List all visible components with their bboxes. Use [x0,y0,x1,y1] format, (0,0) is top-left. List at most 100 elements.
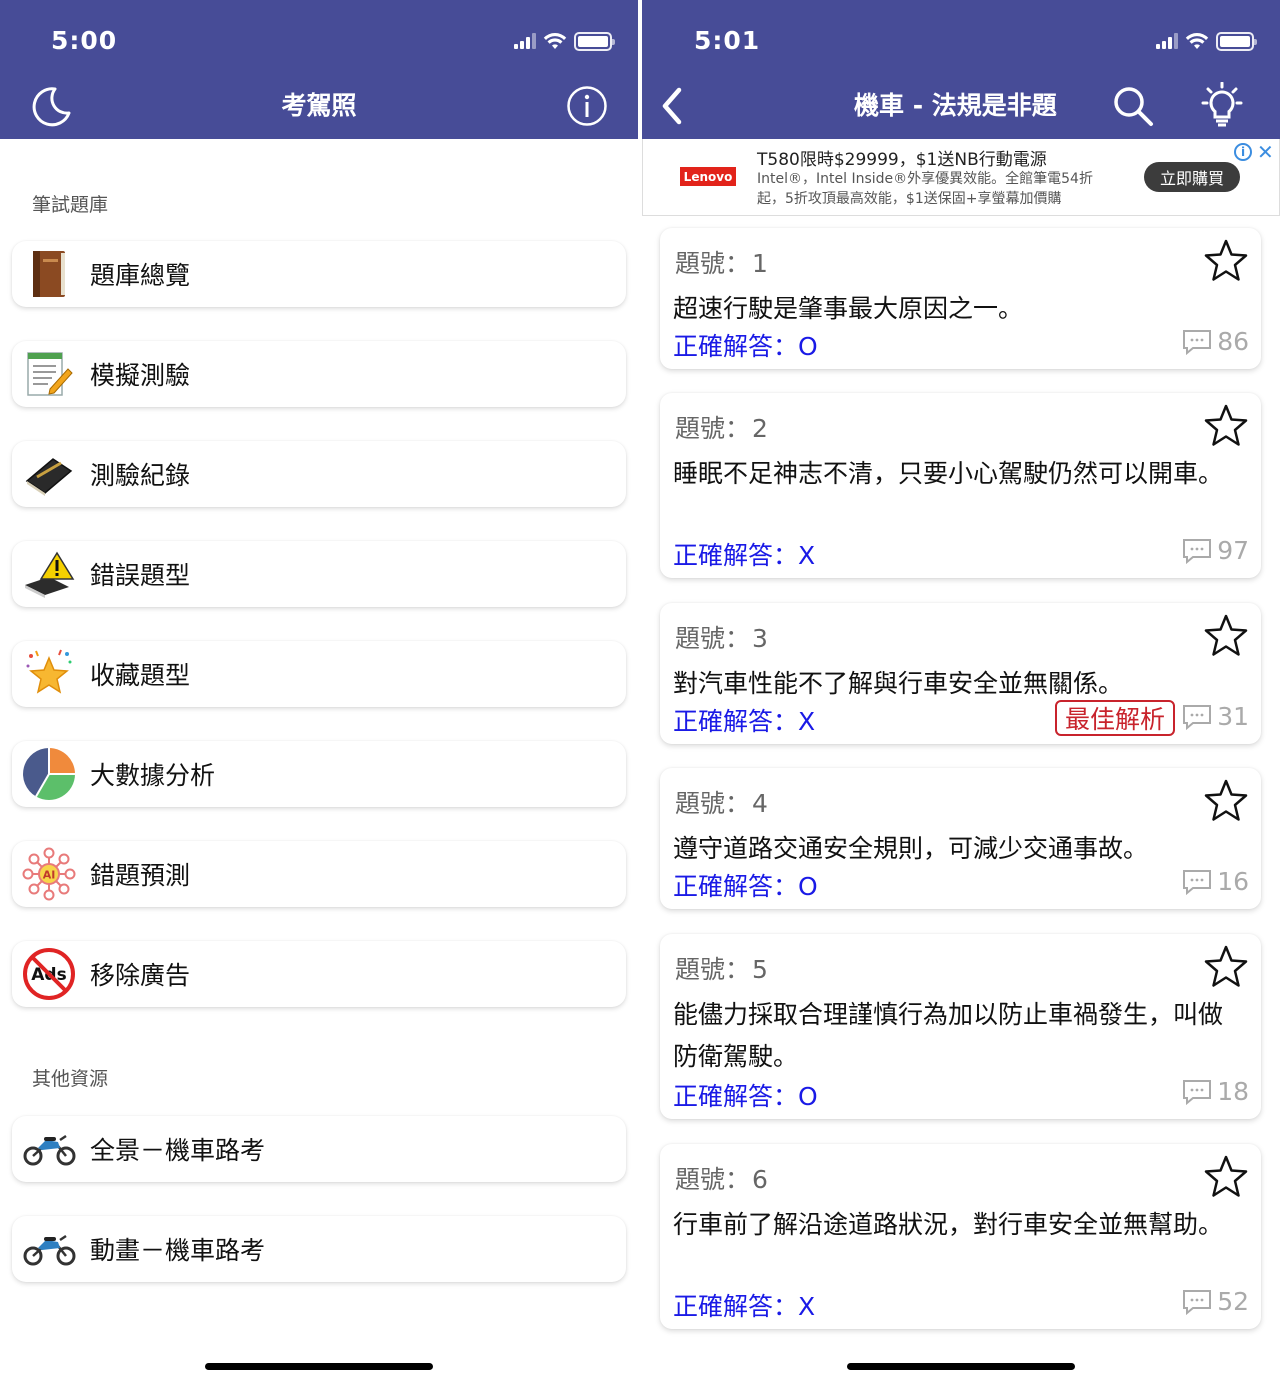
ad-banner[interactable]: Lenovo T580限時$29999，$1送NB行動電源 Intel®，Int… [642,139,1280,216]
battery-icon [1216,31,1257,51]
question-card[interactable]: 題號：2 睡眠不足神志不清，只要小心駕駛仍然可以開車。 正確解答：X 97 [660,393,1261,578]
pie-chart-icon [22,747,76,801]
question-card[interactable]: 題號：1 超速行駛是肇事最大原因之一。 正確解答：O 86 [660,228,1261,369]
menu-label: 移除廣告 [90,961,191,990]
star-sparkle-icon [22,647,76,701]
correct-answer: 正確解答：X [673,1292,816,1321]
star-icon[interactable] [1203,778,1249,824]
status-icons [1156,30,1257,52]
page-title: 考駕照 [281,91,357,120]
svg-text:AI: AI [43,869,56,882]
comment-count[interactable]: 52 [1181,1287,1249,1316]
motorcycle-icon [22,1222,76,1276]
menu-label: 模擬測驗 [90,361,191,390]
menu-label: 錯題預測 [90,861,191,890]
menu-label: 全景－機車路考 [90,1136,266,1165]
ad-buy-button[interactable]: 立即購買 [1144,162,1240,192]
correct-answer: 正確解答：X [673,541,816,570]
best-explanation-badge[interactable]: 最佳解析 [1055,700,1175,736]
question-number: 題號：3 [675,624,768,653]
menu-item-animation-road-test[interactable]: 動畫－機車路考 [12,1216,626,1282]
lightbulb-icon[interactable] [1198,82,1246,130]
home-indicator [847,1363,1075,1370]
menu-item-favorites[interactable]: 收藏題型 [12,641,626,707]
comment-count[interactable]: 18 [1181,1077,1249,1106]
nav-header: 5:01 機車 - 法規是非題 [642,0,1280,139]
correct-answer: 正確解答：O [673,872,818,901]
star-icon[interactable] [1203,944,1249,990]
search-icon[interactable] [1109,82,1157,130]
question-text: 對汽車性能不了解與行車安全並無關係。 [673,669,1124,698]
motorcycle-icon [22,1122,76,1176]
menu-item-wrong-questions[interactable]: 錯誤題型 [12,541,626,607]
notepad-pencil-icon [22,347,76,401]
comment-count[interactable]: 16 [1181,867,1249,896]
correct-answer: 正確解答：X [673,707,816,736]
star-icon[interactable] [1203,1154,1249,1200]
ai-network-icon: AI [22,847,76,901]
comment-count[interactable]: 86 [1181,327,1249,356]
question-card[interactable]: 題號：6 行車前了解沿途道路狀況，對行車安全並無幫助。 正確解答：X 52 [660,1144,1261,1329]
ad-close-icon[interactable]: ✕ [1257,140,1274,164]
question-text: 超速行駛是肇事最大原因之一。 [673,294,1024,323]
cellular-signal-icon [514,33,536,49]
question-number: 題號：5 [675,955,768,984]
menu-label: 題庫總覽 [90,261,191,290]
comment-icon [1183,1289,1212,1315]
comment-icon [1183,1079,1212,1105]
menu-item-remove-ads[interactable]: Ads 移除廣告 [12,941,626,1007]
section-label-other-resources: 其他資源 [32,1068,109,1090]
ad-info-icon[interactable]: i [1234,143,1252,161]
status-time: 5:00 [51,26,118,55]
warning-book-icon [22,547,76,601]
section-label-written-test: 筆試題庫 [32,194,109,216]
star-icon[interactable] [1203,403,1249,449]
no-ads-icon: Ads [22,947,76,1001]
book-icon [22,247,76,301]
question-text: 能儘力採取合理謹慎行為加以防止車禍發生，叫做防衛駕駛。 [673,1000,1224,1071]
battery-icon [574,31,615,51]
menu-item-question-bank[interactable]: 題庫總覽 [12,241,626,307]
question-number: 題號：1 [675,249,768,278]
question-number: 題號：2 [675,414,768,443]
question-text: 睡眠不足神志不清，只要小心駕駛仍然可以開車。 [673,459,1224,488]
ad-title: T580限時$29999，$1送NB行動電源 [757,150,1047,170]
comment-icon [1183,538,1212,564]
star-icon[interactable] [1203,238,1249,284]
menu-item-big-data-analysis[interactable]: 大數據分析 [12,741,626,807]
menu-item-mock-test[interactable]: 模擬測驗 [12,341,626,407]
comment-icon [1183,329,1212,355]
ad-description: Intel®，Intel Inside®外享優異效能。全館筆電54折起，5折攻頂… [757,171,1093,207]
menu-label: 錯誤題型 [90,561,191,590]
comment-count[interactable]: 31 [1181,702,1249,731]
question-card[interactable]: 題號：5 能儘力採取合理謹慎行為加以防止車禍發生，叫做防衛駕駛。 正確解答：O … [660,934,1261,1119]
menu-item-test-records[interactable]: 測驗紀錄 [12,441,626,507]
ad-logo: Lenovo [680,167,736,186]
question-text: 遵守道路交通安全規則，可減少交通事故。 [673,834,1149,863]
correct-answer: 正確解答：O [673,1082,818,1111]
question-card[interactable]: 題號：3 對汽車性能不了解與行車安全並無關係。 正確解答：X 最佳解析 31 [660,603,1261,744]
comment-count[interactable]: 97 [1181,536,1249,565]
page-title: 機車 - 法規是非題 [854,91,1057,120]
comment-icon [1183,704,1212,730]
menu-item-panorama-road-test[interactable]: 全景－機車路考 [12,1116,626,1182]
comment-icon [1183,869,1212,895]
menu-label: 大數據分析 [90,761,216,790]
question-number: 題號：6 [675,1165,768,1194]
info-icon[interactable] [563,82,611,130]
wifi-icon [543,33,567,49]
menu-item-wrong-prediction[interactable]: AI 錯題預測 [12,841,626,907]
menu-label: 測驗紀錄 [90,461,191,490]
notebook-pen-icon [22,447,76,501]
question-number: 題號：4 [675,789,768,818]
status-icons [514,30,615,52]
chevron-left-icon[interactable] [648,82,696,130]
question-text: 行車前了解沿途道路狀況，對行車安全並無幫助。 [673,1210,1224,1239]
star-icon[interactable] [1203,613,1249,659]
question-card[interactable]: 題號：4 遵守道路交通安全規則，可減少交通事故。 正確解答：O 16 [660,768,1261,909]
correct-answer: 正確解答：O [673,332,818,361]
wifi-icon [1185,33,1209,49]
menu-label: 收藏題型 [90,661,191,690]
cellular-signal-icon [1156,33,1178,49]
question-list-screen: 5:01 機車 - 法規是非題 Lenovo T580限時$29999，$1送N… [642,0,1280,1386]
